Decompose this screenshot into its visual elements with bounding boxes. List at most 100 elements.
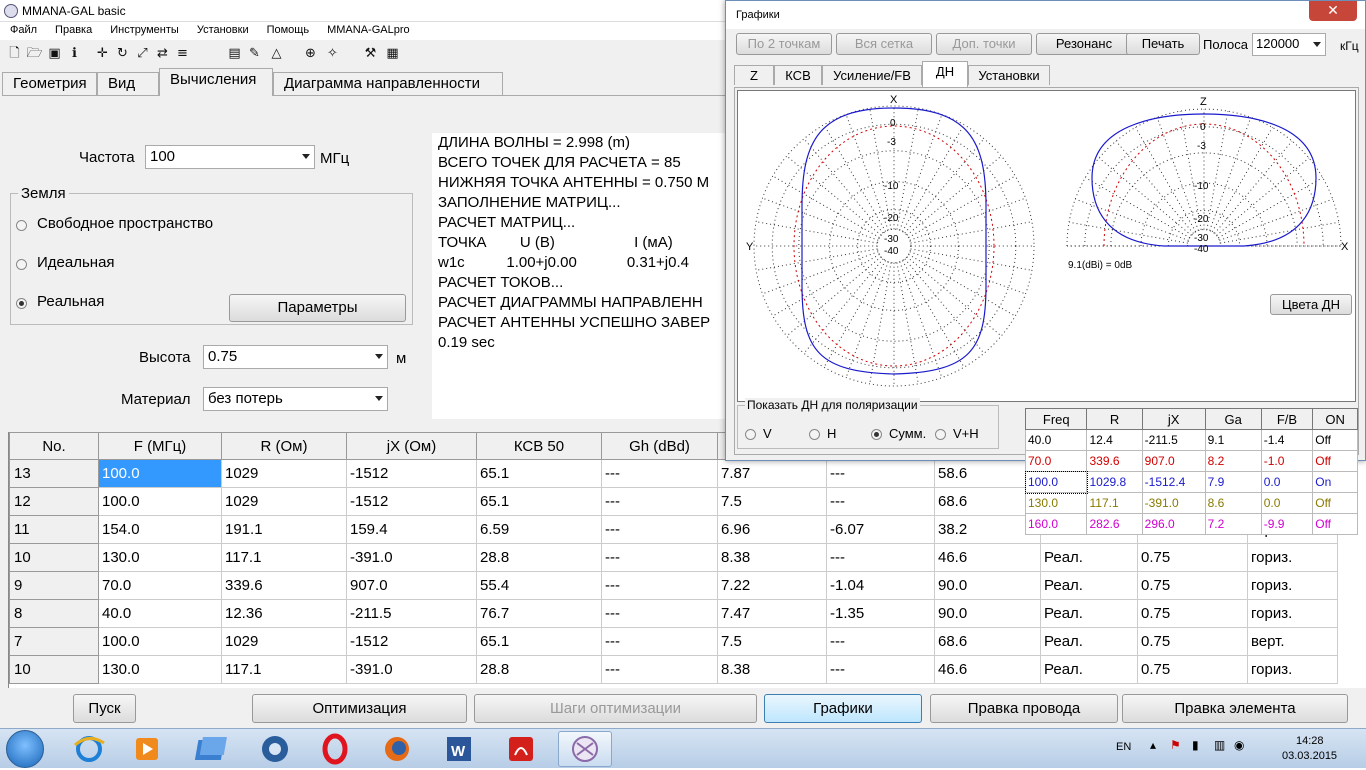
- clock-time[interactable]: 14:28: [1296, 735, 1324, 747]
- grid-cell[interactable]: ---: [601, 487, 718, 516]
- frequency-table-cell[interactable]: 1029.8: [1086, 471, 1143, 493]
- table-row[interactable]: 9 70.0 339.6 907.0 55.4 --- 7.22 -1.04 90.0 Реал.…: [9, 571, 1338, 600]
- grid-column-header[interactable]: No.: [9, 432, 99, 460]
- print-button[interactable]: Печать: [1126, 33, 1200, 55]
- pol-h-label[interactable]: H: [827, 426, 836, 441]
- grid-cell[interactable]: 28.8: [476, 543, 602, 572]
- grid-cell[interactable]: -1512: [346, 487, 477, 516]
- grid-cell[interactable]: 130.0: [98, 655, 222, 684]
- grid-cell[interactable]: 70.0: [98, 571, 222, 600]
- pol-vh-label[interactable]: V+H: [953, 426, 979, 441]
- grid-cell[interactable]: 0.75: [1137, 655, 1248, 684]
- menu-file[interactable]: Файл: [0, 22, 45, 36]
- grid-cell[interactable]: ---: [826, 655, 935, 684]
- frequency-table-cell[interactable]: 296.0: [1141, 513, 1206, 535]
- table-row[interactable]: 160.0 282.6 296.0 7.2 -9.9 Off: [1024, 513, 1358, 535]
- frequency-table-cell[interactable]: 100.0: [1024, 470, 1088, 494]
- grid-column-header[interactable]: F (МГц): [98, 432, 222, 460]
- grid-column-header[interactable]: КСВ 50: [476, 432, 602, 460]
- grid-cell[interactable]: -6.07: [826, 515, 935, 544]
- frequency-table-cell[interactable]: 130.0: [1024, 492, 1088, 514]
- triangle-icon[interactable]: △: [268, 45, 285, 62]
- grid-cell[interactable]: гориз.: [1247, 655, 1338, 684]
- table-row[interactable]: 100.0 1029.8 -1512.4 7.9 0.0 On: [1024, 470, 1358, 494]
- flag-icon[interactable]: ⚑: [1170, 738, 1181, 752]
- full-grid-button[interactable]: Вся сетка: [836, 33, 932, 55]
- grid-cell[interactable]: 0.75: [1137, 543, 1248, 572]
- save-icon[interactable]: ▣: [46, 45, 63, 62]
- radio-real[interactable]: [16, 298, 27, 309]
- grid-cell[interactable]: 117.1: [221, 543, 347, 572]
- files-icon[interactable]: [186, 731, 240, 767]
- grid-cell[interactable]: -1512: [346, 459, 477, 488]
- language-indicator[interactable]: EN: [1116, 741, 1131, 753]
- pattern-colors-button[interactable]: Цвета ДН: [1270, 294, 1352, 315]
- grid-cell[interactable]: 117.1: [221, 655, 347, 684]
- tab-gain-fb[interactable]: Усиление/FB: [822, 65, 922, 85]
- grid-cell[interactable]: -391.0: [346, 543, 477, 572]
- clock-date[interactable]: 03.03.2015: [1282, 750, 1337, 762]
- hammer-icon[interactable]: ⚒: [362, 45, 379, 62]
- grid-cell[interactable]: 7.5: [717, 627, 827, 656]
- frequency-table-cell[interactable]: -9.9: [1260, 513, 1314, 535]
- grid-cell[interactable]: гориз.: [1247, 599, 1338, 628]
- pol-v-label[interactable]: V: [763, 426, 772, 441]
- grid-cell[interactable]: 9: [9, 571, 99, 600]
- tab-geometry[interactable]: Геометрия: [2, 72, 97, 96]
- grid-cell[interactable]: 7.5: [717, 487, 827, 516]
- frequency-table-cell[interactable]: On: [1312, 471, 1358, 493]
- grid-cell[interactable]: 55.4: [476, 571, 602, 600]
- menu-pro[interactable]: MMANA-GALpro: [317, 22, 418, 36]
- gear-app-icon[interactable]: [248, 731, 302, 767]
- grid-cell[interactable]: Реал.: [1040, 599, 1138, 628]
- frequency-table-cell[interactable]: 117.1: [1086, 492, 1143, 514]
- grid-cell[interactable]: 7.22: [717, 571, 827, 600]
- frequency-table-cell[interactable]: -211.5: [1141, 429, 1206, 451]
- frequency-table-cell[interactable]: 7.2: [1204, 513, 1262, 535]
- tab-calculation[interactable]: Вычисления: [159, 68, 273, 96]
- grid-cell[interactable]: Реал.: [1040, 543, 1138, 572]
- new-file-icon[interactable]: 🗋: [6, 45, 23, 62]
- graphs-button[interactable]: Графики: [764, 694, 922, 723]
- menu-tools[interactable]: Инструменты: [100, 22, 187, 36]
- radio-free-space[interactable]: [16, 220, 27, 231]
- pol-radio-v[interactable]: [745, 429, 756, 440]
- grid-cell[interactable]: 8: [9, 599, 99, 628]
- start-button[interactable]: [6, 730, 44, 768]
- grid-cell[interactable]: 11: [9, 515, 99, 544]
- grid-cell[interactable]: 46.6: [934, 655, 1041, 684]
- grid-cell[interactable]: 1029: [221, 487, 347, 516]
- media-player-icon[interactable]: [120, 731, 174, 767]
- grid-cell[interactable]: 13: [9, 459, 99, 488]
- grid-cell[interactable]: ---: [601, 627, 718, 656]
- grid-cell[interactable]: 100.0: [98, 459, 222, 488]
- tab-radiation-pattern[interactable]: Диаграмма направленности: [273, 72, 503, 96]
- acrobat-icon[interactable]: [494, 731, 548, 767]
- radio-free-space-label[interactable]: Свободное пространство: [37, 215, 213, 232]
- split-icon[interactable]: ≡: [174, 45, 191, 62]
- grid-cell[interactable]: 130.0: [98, 543, 222, 572]
- parameters-button[interactable]: Параметры: [229, 294, 406, 322]
- grid-cell[interactable]: ---: [601, 543, 718, 572]
- firefox-icon[interactable]: [370, 731, 424, 767]
- grid-cell[interactable]: 68.6: [934, 627, 1041, 656]
- frequency-combo[interactable]: 100: [145, 145, 315, 169]
- band-combo[interactable]: 120000: [1252, 33, 1326, 56]
- frequency-table-cell[interactable]: 7.9: [1204, 471, 1262, 493]
- menu-help[interactable]: Помощь: [257, 22, 318, 36]
- grid-cell[interactable]: 0.75: [1137, 627, 1248, 656]
- pol-sum-label[interactable]: Сумм.: [889, 426, 926, 441]
- grid-column-header[interactable]: R (Ом): [221, 432, 347, 460]
- grid-cell[interactable]: ---: [826, 487, 935, 516]
- grid-cell[interactable]: 159.4: [346, 515, 477, 544]
- grid-cell[interactable]: 90.0: [934, 571, 1041, 600]
- frequency-table-cell[interactable]: 0.0: [1260, 492, 1314, 514]
- tab-pattern[interactable]: ДН: [922, 61, 968, 87]
- frequency-table-cell[interactable]: 339.6: [1086, 450, 1143, 472]
- frequency-table-cell[interactable]: 8.6: [1204, 492, 1262, 514]
- grid-cell[interactable]: ---: [826, 459, 935, 488]
- optimization-button[interactable]: Оптимизация: [252, 694, 467, 723]
- network-icon[interactable]: ▥: [1214, 738, 1225, 752]
- tab-settings[interactable]: Установки: [968, 65, 1050, 85]
- grid-column-header[interactable]: jX (Ом): [346, 432, 477, 460]
